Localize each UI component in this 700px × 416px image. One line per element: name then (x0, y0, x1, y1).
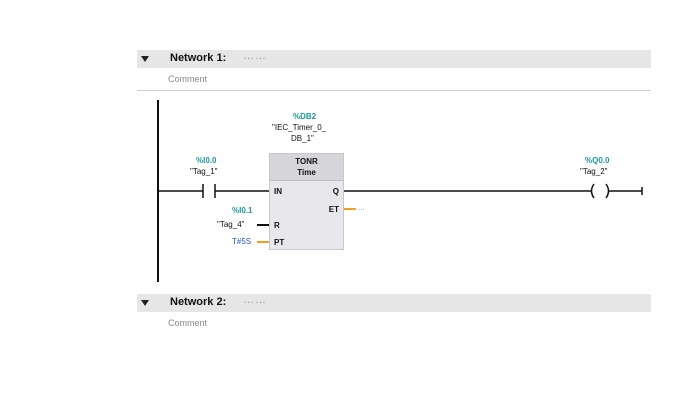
timer-instance-name-line2[interactable]: DB_1" (291, 134, 314, 143)
coil-address[interactable]: %Q0.0 (585, 156, 609, 165)
timer-instance-name-line1[interactable]: "IEC_Timer_0_ (272, 123, 326, 132)
reset-tag[interactable]: "Tag_4" (217, 220, 244, 229)
network-2-title-placeholder[interactable]: …… (243, 294, 267, 306)
timer-subtype[interactable]: Time (270, 168, 343, 177)
contact-address[interactable]: %I0.0 (196, 156, 216, 165)
no-contact-icon[interactable] (202, 184, 216, 198)
coil-tag[interactable]: "Tag_2" (580, 167, 607, 176)
timer-instance-address[interactable]: %DB2 (293, 112, 316, 121)
tonr-timer-block[interactable]: TONR Time IN R PT Q ET (269, 153, 344, 250)
reset-address[interactable]: %I0.1 (232, 206, 252, 215)
pin-r: R (274, 221, 280, 230)
network-2-header[interactable]: Network 2: …… (137, 294, 651, 312)
pt-value[interactable]: T#5S (232, 237, 251, 246)
pin-et: ET (328, 205, 339, 214)
et-value[interactable]: ... (358, 203, 365, 212)
pin-in: IN (274, 187, 282, 196)
contact-tag[interactable]: "Tag_1" (190, 167, 217, 176)
collapse-arrow-icon[interactable] (141, 300, 149, 306)
network-2-title: Network 2: (170, 296, 227, 308)
pin-q: Q (332, 187, 339, 196)
coil-icon[interactable] (590, 183, 610, 199)
network-2-comment[interactable]: Comment (168, 318, 207, 328)
ladder-diagram (157, 100, 643, 282)
pin-pt: PT (274, 238, 285, 247)
timer-type: TONR (295, 157, 318, 166)
tonr-timer-header: TONR Time (270, 154, 343, 181)
